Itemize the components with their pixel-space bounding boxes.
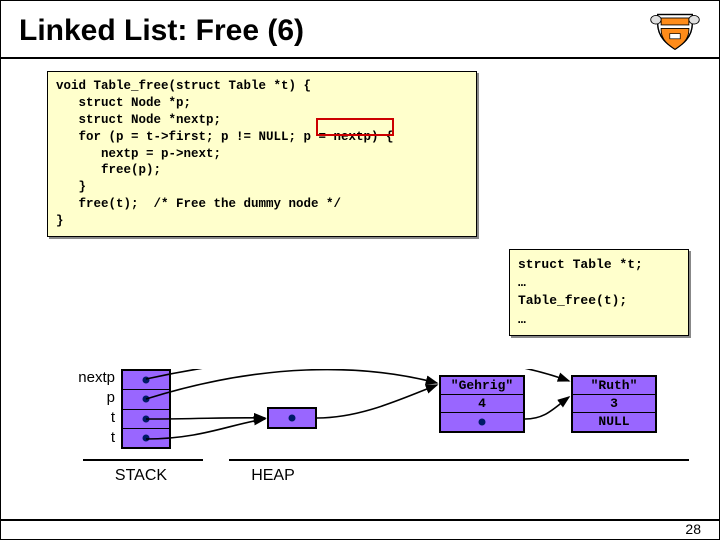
heap-underline <box>229 459 689 463</box>
code-line: struct Table *t; <box>518 257 643 272</box>
stack-cell-p <box>123 390 169 409</box>
pointer-dot-icon <box>143 396 150 403</box>
code-line: } <box>56 214 64 228</box>
title-rule <box>1 57 719 59</box>
stack-label: STACK <box>101 467 181 485</box>
node-val: 3 <box>573 395 655 413</box>
slide: Linked List: Free (6) void Table_free(st… <box>0 0 720 540</box>
table-dummy-node <box>267 407 317 429</box>
footer-rule <box>1 519 719 521</box>
code-line: struct Node *nextp; <box>56 113 221 127</box>
slide-title: Linked List: Free (6) <box>19 14 304 48</box>
stack-cell-nextp <box>123 371 169 390</box>
stack-underline <box>83 459 203 463</box>
node-next: NULL <box>573 413 655 431</box>
code-block: void Table_free(struct Table *t) { struc… <box>47 71 477 237</box>
var-label-p: p <box>65 389 115 406</box>
page-number: 28 <box>685 521 701 537</box>
var-label-t-local: t <box>65 409 115 426</box>
caller-code-block: struct Table *t; … Table_free(t); … <box>509 249 689 336</box>
pointer-dot-icon <box>479 419 486 426</box>
code-line: free(p); <box>56 163 161 177</box>
stack-cell-t2 <box>123 429 169 447</box>
pointer-dot-icon <box>143 434 150 441</box>
var-label-t-caller: t <box>65 429 115 446</box>
code-line: Table_free(t); <box>518 293 627 308</box>
code-line: … <box>518 275 526 290</box>
code-line: … <box>518 312 526 327</box>
pointer-dot-icon <box>289 415 296 422</box>
node-ruth: "Ruth" 3 NULL <box>571 375 657 433</box>
code-line: nextp = p->next; <box>56 147 221 161</box>
code-line: void Table_free(struct Table *t) { <box>56 79 311 93</box>
code-line: free(t); /* Free the dummy node */ <box>56 197 341 211</box>
node-next <box>441 413 523 431</box>
node-key: "Ruth" <box>573 377 655 395</box>
diagram-area: nextp p t t STACK HEAP "Gehrig" 4 "Ruth"… <box>1 369 720 519</box>
code-line: } <box>56 180 86 194</box>
var-label-nextp: nextp <box>65 369 115 386</box>
code-line: struct Node *p; <box>56 96 191 110</box>
node-gehrig: "Gehrig" 4 <box>439 375 525 433</box>
node-val: 4 <box>441 395 523 413</box>
pointer-dot-icon <box>143 377 150 384</box>
code-line: for (p = t->first; p != NULL; p = nextp)… <box>56 130 394 144</box>
title-row: Linked List: Free (6) <box>1 1 719 59</box>
pointer-dot-icon <box>143 415 150 422</box>
heap-label: HEAP <box>233 467 313 485</box>
princeton-shield-icon <box>649 9 701 53</box>
stack-cell-t <box>123 410 169 429</box>
node-key: "Gehrig" <box>441 377 523 395</box>
stack-frame <box>121 369 171 449</box>
